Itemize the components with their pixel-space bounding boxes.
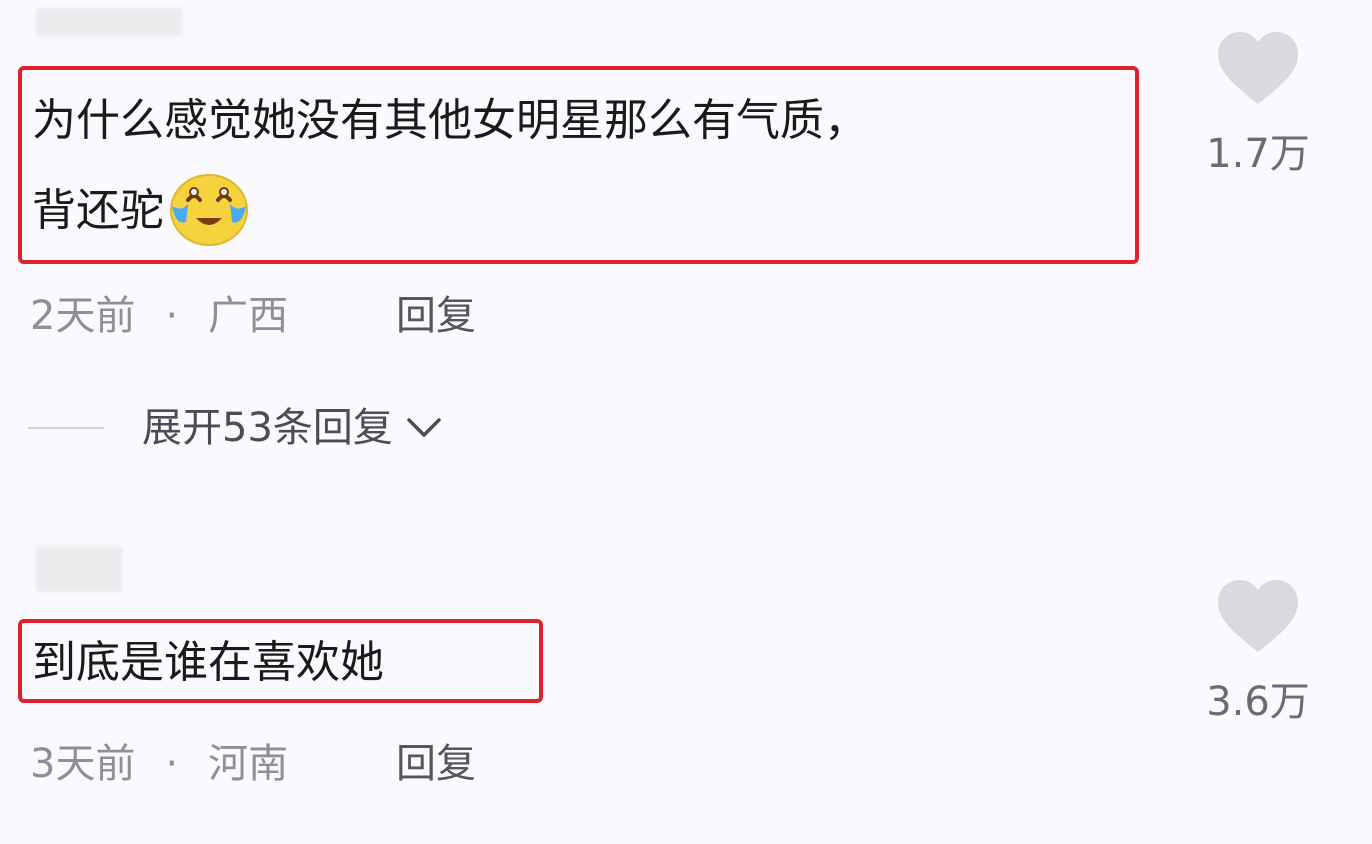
like-button[interactable]: 1.7万	[1198, 30, 1318, 178]
meta-separator: ·	[165, 293, 179, 339]
comment-text-line: 背还驼	[32, 185, 164, 236]
comment-list: 为什么感觉她没有其他女明星那么有气质， 背还驼 2天前 · 广西 回复 1.7万 展…	[0, 0, 1372, 844]
comment-time: 2天前	[30, 293, 136, 339]
like-count: 1.7万	[1206, 131, 1310, 177]
comment-location: 河南	[208, 741, 289, 787]
like-count: 3.6万	[1206, 679, 1310, 725]
reply-button[interactable]: 回复	[396, 740, 476, 788]
comment-text[interactable]: 背还驼	[32, 174, 250, 252]
reply-button[interactable]: 回复	[396, 292, 476, 340]
chevron-down-icon	[407, 418, 441, 437]
comment-text-line: 到底是谁在喜欢她	[32, 637, 384, 688]
comment-text[interactable]: 到底是谁在喜欢她	[32, 634, 384, 692]
comment-meta: 3天前 · 河南	[30, 740, 288, 788]
expand-replies-button[interactable]: 展开53条回复	[28, 400, 443, 456]
comment-location: 广西	[208, 293, 289, 339]
crying-laughing-emoji-icon	[170, 174, 248, 246]
comment-time: 3天前	[30, 741, 136, 787]
username-redacted	[36, 546, 122, 592]
like-button[interactable]: 3.6万	[1198, 578, 1318, 726]
username-redacted	[36, 8, 182, 36]
heart-icon	[1218, 580, 1298, 652]
comment-text[interactable]: 为什么感觉她没有其他女明星那么有气质，	[32, 92, 868, 150]
divider-line	[28, 427, 104, 429]
comment-text-line: 为什么感觉她没有其他女明星那么有气质，	[32, 95, 868, 146]
comment-meta: 2天前 · 广西	[30, 292, 288, 340]
heart-icon	[1218, 32, 1298, 104]
meta-separator: ·	[165, 741, 179, 787]
expand-replies-label: 展开53条回复	[142, 405, 393, 451]
